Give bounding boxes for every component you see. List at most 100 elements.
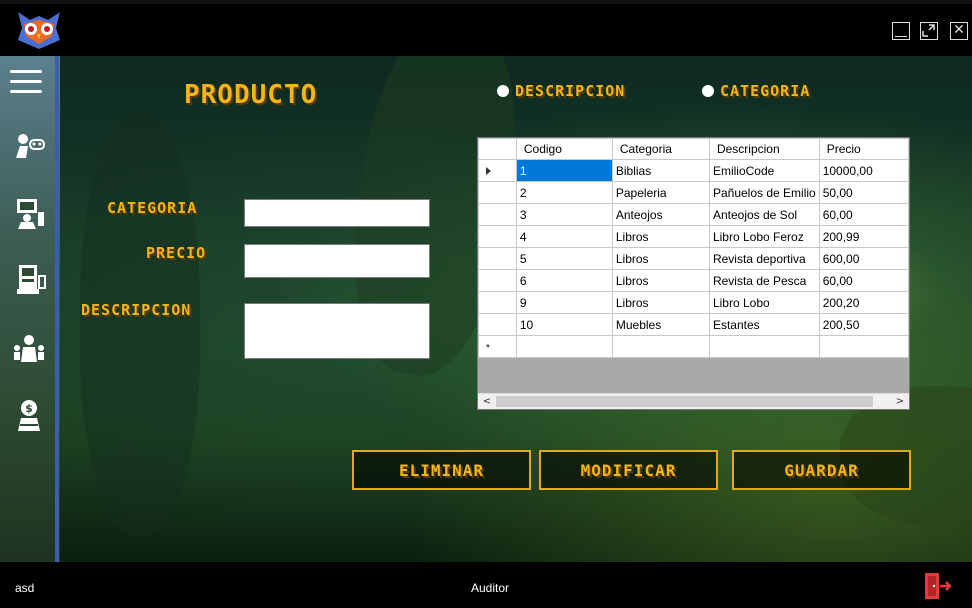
cell-categoria[interactable]: Muebles bbox=[611, 313, 710, 336]
cell-categoria[interactable]: Papeleria bbox=[611, 181, 710, 204]
categoria-label: CATEGORIA bbox=[107, 199, 198, 217]
row-header[interactable] bbox=[478, 313, 517, 336]
money-user-icon[interactable]: $ bbox=[12, 398, 46, 432]
cell-precio[interactable]: 60,00 bbox=[818, 203, 909, 226]
modificar-button[interactable]: MODIFICAR bbox=[539, 450, 718, 490]
cell-categoria[interactable]: Libros bbox=[611, 225, 710, 248]
cell-precio[interactable]: 200,50 bbox=[818, 313, 909, 336]
row-header[interactable] bbox=[478, 225, 517, 248]
table-row[interactable]: 10 Muebles Estantes 200,50 bbox=[478, 313, 909, 336]
radio-descripcion-label: DESCRIPCION bbox=[515, 82, 626, 100]
cell-codigo[interactable]: 6 bbox=[515, 269, 613, 292]
group-users-icon[interactable] bbox=[12, 332, 46, 366]
svg-text:$: $ bbox=[25, 402, 33, 415]
table-row[interactable]: 5 Libros Revista deportiva 600,00 bbox=[478, 247, 909, 270]
horizontal-scrollbar[interactable]: < > bbox=[478, 393, 909, 409]
cell-precio[interactable]: 10000,00 bbox=[818, 159, 909, 182]
cell-codigo[interactable]: 3 bbox=[515, 203, 613, 226]
cell-descripcion[interactable]: Revista de Pesca bbox=[708, 269, 820, 292]
column-header-descripcion[interactable]: Descripcion bbox=[708, 138, 820, 160]
eliminar-button[interactable]: ELIMINAR bbox=[352, 450, 531, 490]
cell-codigo[interactable] bbox=[515, 335, 613, 358]
cell-codigo[interactable]: 4 bbox=[515, 225, 613, 248]
cell-precio[interactable]: 600,00 bbox=[818, 247, 909, 270]
grid-header-row: Codigo Categoria Descripcion Precio bbox=[478, 138, 909, 160]
table-row[interactable]: 6 Libros Revista de Pesca 60,00 bbox=[478, 269, 909, 292]
cell-precio[interactable] bbox=[818, 335, 909, 358]
radio-dot-icon[interactable] bbox=[702, 85, 714, 97]
cell-codigo[interactable]: 9 bbox=[515, 291, 613, 314]
products-table: Codigo Categoria Descripcion Precio 1 Bi… bbox=[478, 138, 909, 358]
cell-descripcion[interactable]: Libro Lobo bbox=[708, 291, 820, 314]
cell-precio[interactable]: 50,00 bbox=[818, 181, 909, 204]
row-header[interactable] bbox=[478, 269, 517, 292]
cell-categoria[interactable]: Biblias bbox=[611, 159, 710, 182]
minimize-icon[interactable] bbox=[892, 22, 910, 40]
cell-precio[interactable]: 60,00 bbox=[818, 269, 909, 292]
precio-field[interactable] bbox=[244, 244, 430, 278]
cell-codigo[interactable]: 1 bbox=[515, 159, 613, 182]
row-header[interactable] bbox=[478, 247, 517, 270]
table-row[interactable]: 1 Biblias EmilioCode 10000,00 bbox=[478, 159, 909, 182]
new-row-marker: * bbox=[486, 342, 490, 354]
table-row[interactable]: 3 Anteojos Anteojos de Sol 60,00 bbox=[478, 203, 909, 226]
descripcion-label: DESCRIPCION bbox=[81, 301, 192, 319]
new-row[interactable]: * bbox=[478, 335, 909, 358]
guardar-button[interactable]: GUARDAR bbox=[732, 450, 911, 490]
cell-precio[interactable]: 200,20 bbox=[818, 291, 909, 314]
scroll-right-icon[interactable]: > bbox=[892, 395, 908, 409]
cell-codigo[interactable]: 2 bbox=[515, 181, 613, 204]
cell-descripcion[interactable]: Libro Lobo Feroz bbox=[708, 225, 820, 248]
row-header-corner[interactable] bbox=[478, 138, 517, 160]
cell-descripcion[interactable] bbox=[708, 335, 820, 358]
cell-descripcion[interactable]: Anteojos de Sol bbox=[708, 203, 820, 226]
cell-categoria[interactable]: Anteojos bbox=[611, 203, 710, 226]
cell-descripcion[interactable]: Revista deportiva bbox=[708, 247, 820, 270]
row-header[interactable] bbox=[478, 181, 517, 204]
cell-descripcion[interactable]: EmilioCode bbox=[708, 159, 820, 182]
descripcion-field[interactable] bbox=[244, 303, 430, 359]
table-row[interactable]: 4 Libros Libro Lobo Feroz 200,99 bbox=[478, 225, 909, 248]
cell-descripcion[interactable]: Pañuelos de Emilio bbox=[708, 181, 820, 204]
cell-categoria[interactable]: Libros bbox=[611, 291, 710, 314]
current-row-arrow-icon bbox=[486, 166, 491, 175]
row-header[interactable] bbox=[478, 159, 517, 182]
cell-categoria[interactable] bbox=[611, 335, 710, 358]
table-row[interactable]: 9 Libros Libro Lobo 200,20 bbox=[478, 291, 909, 314]
hamburger-menu-icon[interactable] bbox=[10, 70, 44, 96]
page-title: PRODUCTO bbox=[184, 80, 318, 110]
cell-codigo[interactable]: 5 bbox=[515, 247, 613, 270]
column-header-codigo[interactable]: Codigo bbox=[515, 138, 613, 160]
cell-precio[interactable]: 200,99 bbox=[818, 225, 909, 248]
radio-categoria[interactable]: CATEGORIA bbox=[702, 82, 810, 100]
radio-descripcion[interactable]: DESCRIPCION bbox=[497, 82, 625, 100]
cell-categoria[interactable]: Libros bbox=[611, 247, 710, 270]
scroll-thumb[interactable] bbox=[496, 396, 873, 407]
gamepad-user-icon[interactable] bbox=[12, 130, 46, 164]
precio-label: PRECIO bbox=[146, 244, 207, 262]
radio-dot-icon[interactable] bbox=[497, 85, 509, 97]
row-header[interactable] bbox=[478, 203, 517, 226]
sidebar-edge bbox=[55, 56, 59, 562]
row-header[interactable] bbox=[478, 291, 517, 314]
register-machine-icon[interactable] bbox=[12, 262, 46, 296]
user-name: asd bbox=[15, 581, 35, 595]
owl-logo-icon bbox=[14, 10, 64, 50]
radio-categoria-label: CATEGORIA bbox=[720, 82, 811, 100]
column-header-categoria[interactable]: Categoria bbox=[611, 138, 710, 160]
computer-user-icon[interactable] bbox=[12, 196, 46, 230]
row-header[interactable]: * bbox=[478, 335, 517, 358]
cell-categoria[interactable]: Libros bbox=[611, 269, 710, 292]
maximize-icon[interactable] bbox=[920, 22, 938, 40]
title-bar: ✕ bbox=[0, 4, 972, 56]
close-icon[interactable]: ✕ bbox=[950, 22, 968, 40]
categoria-field[interactable] bbox=[244, 199, 430, 227]
products-grid[interactable]: Codigo Categoria Descripcion Precio 1 Bi… bbox=[477, 137, 910, 410]
cell-descripcion[interactable]: Estantes bbox=[708, 313, 820, 336]
table-row[interactable]: 2 Papeleria Pañuelos de Emilio 50,00 bbox=[478, 181, 909, 204]
sidebar: $ bbox=[0, 56, 60, 562]
scroll-left-icon[interactable]: < bbox=[479, 395, 495, 409]
exit-door-icon[interactable] bbox=[922, 571, 952, 601]
cell-codigo[interactable]: 10 bbox=[515, 313, 613, 336]
column-header-precio[interactable]: Precio bbox=[818, 138, 909, 160]
